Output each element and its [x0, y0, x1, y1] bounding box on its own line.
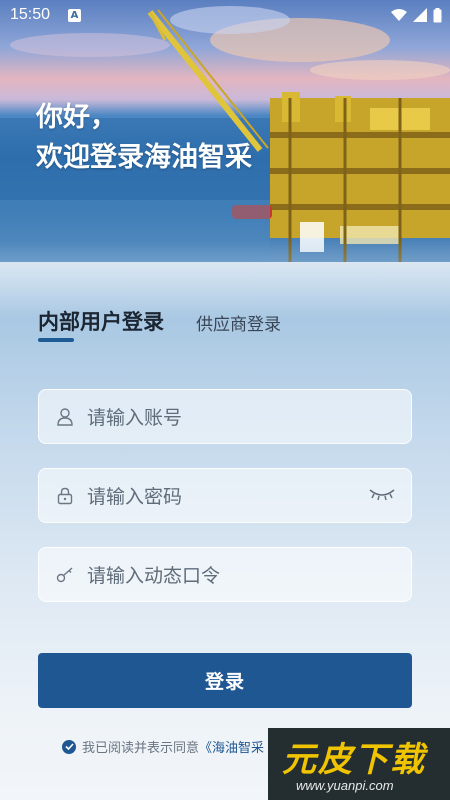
lock-icon — [55, 486, 75, 506]
battery-icon — [433, 7, 442, 22]
watermark: 元皮下载 www.yuanpi.com — [268, 728, 450, 800]
login-button[interactable]: 登录 — [38, 653, 412, 708]
agreement-link[interactable]: 《海油智采 — [199, 737, 264, 756]
agreement-text: 我已阅读并表示同意 — [82, 741, 200, 756]
greeting-hello: 你好， — [36, 102, 117, 133]
key-icon — [55, 565, 75, 585]
signal-icon — [413, 8, 427, 22]
account-placeholder: 请输入账号 — [87, 407, 183, 429]
password-field[interactable]: 请输入密码 — [38, 468, 412, 523]
watermark-url: www.yuanpi.com — [296, 778, 394, 793]
user-icon — [55, 407, 75, 427]
status-bar: 15:50 A — [0, 0, 450, 30]
greeting-welcome: 欢迎登录海油智采 — [36, 142, 252, 173]
password-placeholder: 请输入密码 — [87, 486, 183, 508]
otp-field[interactable]: 请输入动态口令 — [38, 547, 412, 602]
greeting: 你好， 欢迎登录海油智采 — [36, 98, 252, 178]
status-time: 15:50 — [10, 6, 51, 23]
agreement-checkbox[interactable] — [62, 739, 76, 754]
agreement-row: 我已阅读并表示同意 《海油智采 — [62, 737, 264, 756]
a-icon: A — [68, 8, 82, 22]
account-field[interactable]: 请输入账号 — [38, 389, 412, 444]
login-tabs: 内部用户登录 供应商登录 — [38, 306, 281, 342]
tab-internal-user[interactable]: 内部用户登录 — [38, 306, 164, 342]
check-icon — [64, 743, 74, 750]
otp-placeholder: 请输入动态口令 — [87, 565, 221, 587]
tab-active-indicator — [38, 338, 74, 342]
watermark-logo: 元皮下载 — [282, 740, 426, 780]
status-icons — [391, 7, 442, 23]
wifi-icon — [391, 9, 407, 21]
tab-internal-user-label: 内部用户登录 — [38, 310, 164, 334]
tab-supplier[interactable]: 供应商登录 — [196, 310, 281, 336]
eye-closed-icon[interactable] — [369, 486, 395, 505]
